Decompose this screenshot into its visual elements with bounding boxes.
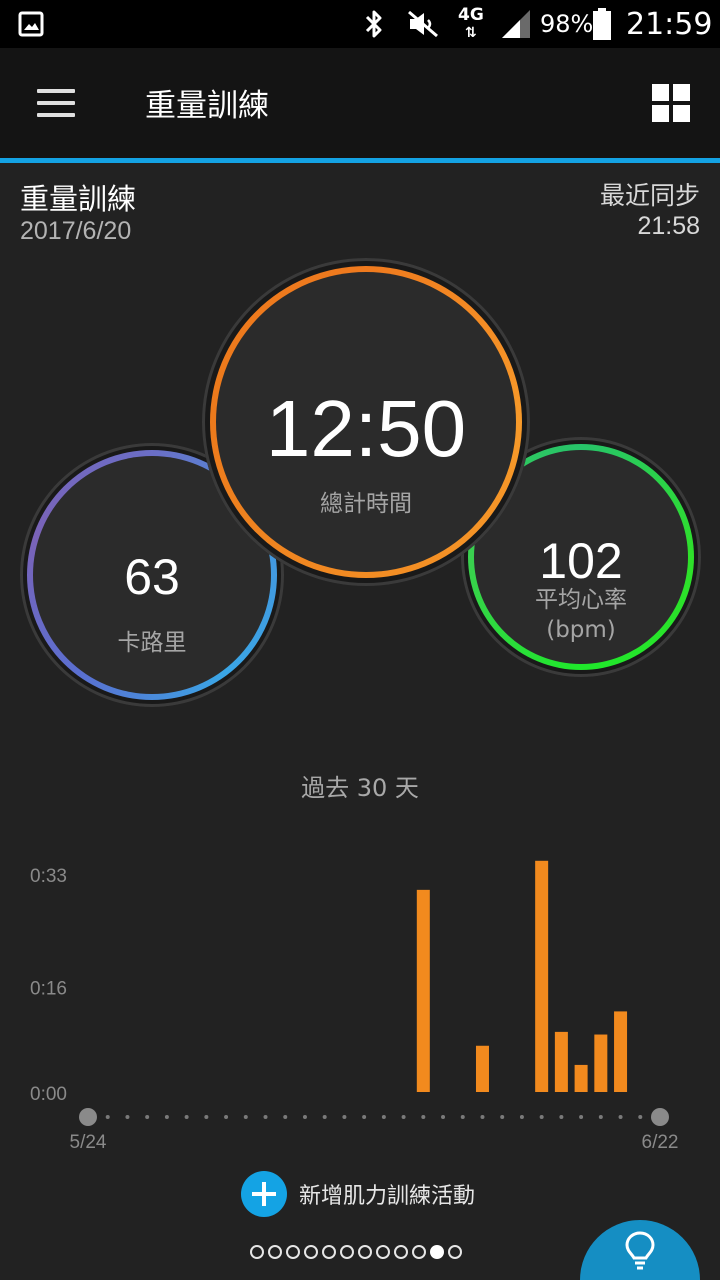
page-dot xyxy=(394,1245,408,1259)
x-axis-end-marker xyxy=(651,1108,669,1126)
y-tick-label: 0:33 xyxy=(30,866,67,887)
heart-rate-label: 平均心率 xyxy=(535,587,627,613)
signal-icon xyxy=(500,0,532,48)
bluetooth-icon xyxy=(360,0,388,48)
calories-value: 63 xyxy=(124,549,180,605)
page-indicator xyxy=(250,1245,462,1261)
x-axis-dot xyxy=(302,1115,307,1119)
x-start-label: 5/24 xyxy=(70,1132,107,1153)
y-tick-label: 0:00 xyxy=(30,1084,67,1105)
x-axis-dot xyxy=(421,1115,426,1119)
gallery-notification-icon xyxy=(18,0,44,48)
battery-percent: 98% xyxy=(540,10,594,38)
page-dot xyxy=(322,1245,336,1259)
chart-bar xyxy=(475,1045,489,1092)
app-bar-title: 重量訓練 xyxy=(145,88,269,124)
page-dot xyxy=(448,1245,462,1259)
x-axis-dot xyxy=(263,1115,268,1119)
x-end-label: 6/22 xyxy=(642,1132,679,1153)
heart-rate-value: 102 xyxy=(539,533,623,589)
x-axis-dot xyxy=(243,1115,248,1119)
add-strength-activity-label: 新增肌力訓練活動 xyxy=(299,1184,476,1209)
activity-history-chart: 0:00 0:16 0:33 5/24 6/22 xyxy=(30,860,679,1153)
x-axis-dot xyxy=(500,1115,505,1119)
chart-bar xyxy=(554,1031,568,1092)
status-bar: 4G ⇅ 98% 21:59 xyxy=(0,0,720,48)
last-sync-label: 最近同步 xyxy=(599,181,700,210)
app-bar: 重量訓練 xyxy=(0,48,720,158)
x-axis-dot xyxy=(342,1115,347,1119)
chart-bar xyxy=(614,1011,628,1092)
network-type: 4G ⇅ xyxy=(458,0,484,48)
chart-bar xyxy=(535,860,549,1092)
y-tick-label: 0:16 xyxy=(30,978,67,999)
x-axis-dot xyxy=(283,1115,288,1119)
x-axis-dot xyxy=(184,1115,189,1119)
x-axis-dot xyxy=(559,1115,564,1119)
page-dot-active xyxy=(430,1245,444,1259)
x-axis-dot xyxy=(480,1115,485,1119)
page-dot xyxy=(376,1245,390,1259)
x-axis-dot xyxy=(618,1115,623,1119)
x-axis-dot xyxy=(164,1115,169,1119)
x-axis-dot xyxy=(638,1115,643,1119)
page-dot xyxy=(358,1245,372,1259)
battery-icon xyxy=(592,0,612,48)
tips-button[interactable] xyxy=(580,1220,700,1280)
chart-bar xyxy=(416,889,430,1092)
total-time-value: 12:50 xyxy=(265,384,467,473)
x-axis-dot xyxy=(322,1115,327,1119)
x-axis-dot xyxy=(519,1115,524,1119)
x-axis-dot xyxy=(224,1115,229,1119)
x-axis-dot xyxy=(145,1115,150,1119)
x-axis-dot xyxy=(125,1115,130,1119)
chart-bar xyxy=(574,1064,588,1092)
chart-title: 過去 30 天 xyxy=(301,774,419,802)
x-axis-dot xyxy=(460,1115,465,1119)
network-type-label: 4G xyxy=(458,5,484,25)
x-axis-dot xyxy=(105,1115,110,1119)
x-axis-dot xyxy=(441,1115,446,1119)
total-time-stat[interactable]: 12:50 總計時間 xyxy=(202,258,530,586)
activity-date: 2017/6/20 xyxy=(20,217,132,245)
lightbulb-icon xyxy=(625,1231,655,1270)
total-time-label: 總計時間 xyxy=(320,491,412,517)
page-dot xyxy=(268,1245,282,1259)
page-dot xyxy=(412,1245,426,1259)
chart-bar xyxy=(594,1034,608,1092)
page-dot xyxy=(286,1245,300,1259)
menu-icon[interactable] xyxy=(30,81,82,125)
app-bar-divider xyxy=(0,158,720,163)
x-axis-end-marker xyxy=(79,1108,97,1126)
x-axis-dot xyxy=(579,1115,584,1119)
data-arrows-icon: ⇅ xyxy=(465,25,477,41)
status-time: 21:59 xyxy=(626,6,713,42)
x-axis-dot xyxy=(362,1115,367,1119)
mute-icon xyxy=(406,0,440,48)
heart-rate-label-block: 平均心率 (bpm) xyxy=(461,585,701,645)
add-strength-activity-button[interactable]: 新增肌力訓練活動 xyxy=(241,1170,475,1218)
x-axis-dot xyxy=(381,1115,386,1119)
last-sync-time: 21:58 xyxy=(637,212,700,240)
activity-name: 重量訓練 xyxy=(20,182,137,216)
heart-rate-unit: (bpm) xyxy=(546,617,616,643)
add-icon xyxy=(241,1171,287,1217)
x-axis-dot xyxy=(204,1115,209,1119)
page-dot xyxy=(340,1245,354,1259)
x-axis-dot xyxy=(401,1115,406,1119)
x-axis-dot xyxy=(598,1115,603,1119)
x-axis-dot xyxy=(539,1115,544,1119)
grid-view-icon[interactable] xyxy=(648,82,692,126)
page-dot xyxy=(304,1245,318,1259)
page-dot xyxy=(250,1245,264,1259)
calories-label: 卡路里 xyxy=(117,630,187,656)
